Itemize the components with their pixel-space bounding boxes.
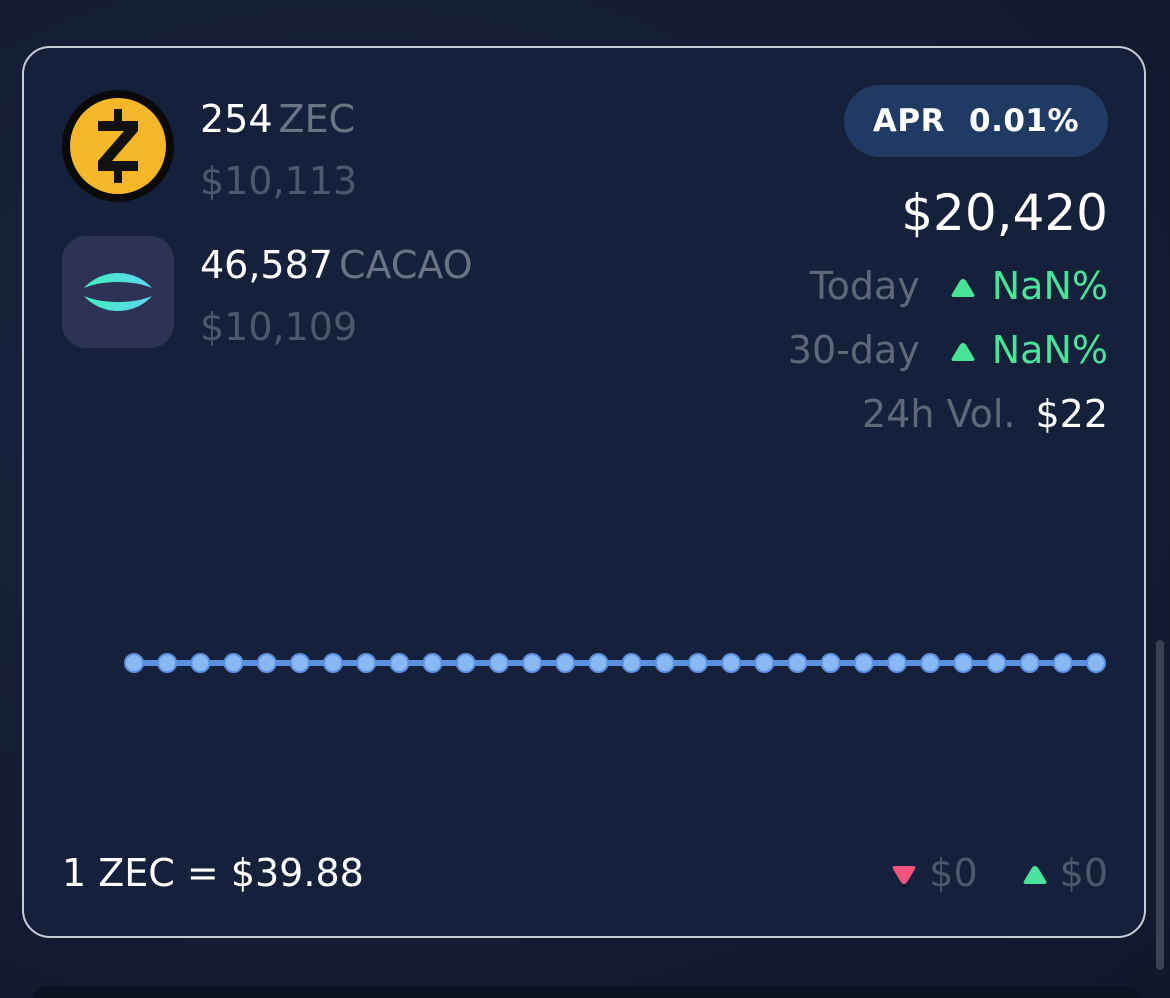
- stat-volume-label: 24h Vol.: [862, 392, 1016, 436]
- data-point[interactable]: [289, 653, 310, 673]
- price-range: $0 $0: [891, 848, 1108, 898]
- asset-amount-line: 46,587 CACAO: [200, 240, 473, 290]
- apr-badge: APR 0.01%: [844, 85, 1108, 157]
- asset-amount: 46,587: [200, 243, 333, 287]
- data-point[interactable]: [124, 653, 144, 673]
- data-point[interactable]: [1052, 653, 1073, 673]
- zec-icon: [62, 90, 174, 202]
- cacao-icon: [62, 236, 174, 348]
- data-point[interactable]: [190, 653, 211, 673]
- data-point[interactable]: [687, 653, 708, 673]
- range-low-value: $0: [929, 851, 978, 895]
- stat-30-day-label: 30-day: [787, 328, 920, 372]
- data-point[interactable]: [389, 653, 410, 673]
- data-point[interactable]: [488, 653, 509, 673]
- total-value: $20,420: [901, 184, 1108, 242]
- asset-amount-line: 254 ZEC: [200, 94, 357, 144]
- price-chart[interactable]: [120, 628, 1110, 698]
- range-high-value: $0: [1059, 851, 1108, 895]
- data-point[interactable]: [323, 653, 344, 673]
- data-point[interactable]: [654, 653, 675, 673]
- stat-today-label: Today: [809, 264, 920, 308]
- stat-volume-value: $22: [1035, 392, 1108, 436]
- data-point[interactable]: [422, 653, 443, 673]
- asset-row-cacao: 46,587 CACAO $10,109: [62, 236, 473, 352]
- scrollbar[interactable]: [1156, 640, 1164, 970]
- data-point[interactable]: [886, 653, 907, 673]
- page: 254 ZEC $10,113 46,587 CACAO $10,109 APR…: [0, 0, 1170, 998]
- asset-symbol: ZEC: [278, 97, 356, 141]
- stat-24h-volume: 24h Vol. $22: [862, 389, 1108, 439]
- asset-symbol: CACAO: [338, 243, 473, 287]
- data-point[interactable]: [721, 653, 742, 673]
- data-point[interactable]: [588, 653, 609, 673]
- asset-amount: 254: [200, 97, 273, 141]
- exchange-rate: 1 ZEC = $39.88: [62, 851, 364, 895]
- asset-usd-value: $10,109: [200, 305, 358, 349]
- asset-usd-value: $10,113: [200, 159, 358, 203]
- data-point[interactable]: [455, 653, 476, 673]
- data-point[interactable]: [1019, 653, 1040, 673]
- data-point[interactable]: [223, 653, 244, 673]
- data-point[interactable]: [555, 653, 576, 673]
- data-point[interactable]: [820, 653, 841, 673]
- data-point[interactable]: [256, 653, 277, 673]
- data-point[interactable]: [920, 653, 941, 673]
- data-point[interactable]: [356, 653, 377, 673]
- data-point[interactable]: [986, 653, 1007, 673]
- data-point[interactable]: [1086, 653, 1106, 673]
- stat-30-day-value: NaN%: [991, 328, 1108, 372]
- stat-30-day: 30-day NaN%: [788, 325, 1108, 375]
- data-point[interactable]: [157, 653, 178, 673]
- down-triangle-icon: [891, 848, 917, 898]
- up-triangle-icon: [1022, 848, 1048, 898]
- pool-card[interactable]: 254 ZEC $10,113 46,587 CACAO $10,109 APR…: [22, 46, 1146, 938]
- next-card-edge: [32, 986, 1142, 998]
- data-point[interactable]: [787, 653, 808, 673]
- data-point[interactable]: [621, 653, 642, 673]
- data-point[interactable]: [522, 653, 543, 673]
- apr-label: APR: [872, 103, 946, 139]
- up-triangle-icon: [950, 261, 976, 311]
- data-point[interactable]: [754, 653, 775, 673]
- up-triangle-icon: [950, 325, 976, 375]
- asset-row-zec: 254 ZEC $10,113: [62, 90, 357, 206]
- stat-today-value: NaN%: [991, 264, 1108, 308]
- data-point[interactable]: [953, 653, 974, 673]
- apr-value: 0.01%: [969, 103, 1080, 139]
- data-point[interactable]: [853, 653, 874, 673]
- asset-text-cacao: 46,587 CACAO $10,109: [200, 240, 473, 352]
- asset-text-zec: 254 ZEC $10,113: [200, 94, 357, 206]
- stat-today: Today NaN%: [810, 261, 1108, 311]
